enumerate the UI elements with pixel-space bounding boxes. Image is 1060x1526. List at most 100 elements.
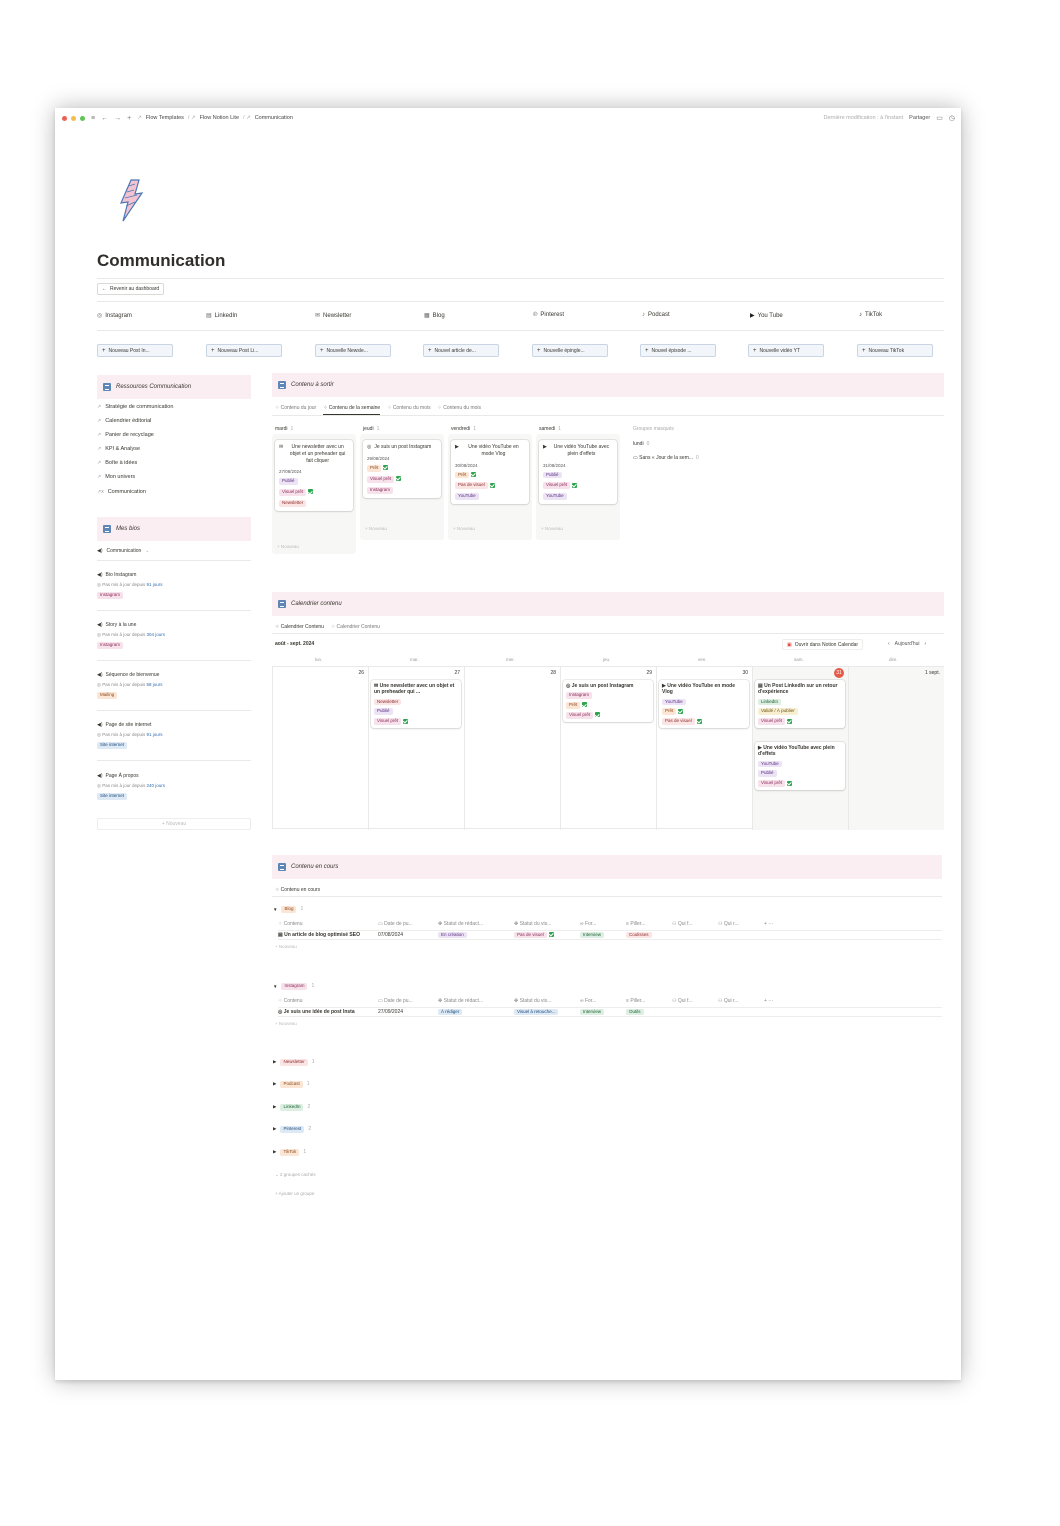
resource-link-communication[interactable]: ↗x Communication [97, 489, 146, 495]
add-column-icon[interactable]: + ··· [764, 921, 790, 927]
add-column-icon[interactable]: + ··· [764, 998, 790, 1004]
hidden-group-item[interactable]: ▭ Sans « Jour de la sem... 0 [633, 455, 699, 461]
resource-link-kpi[interactable]: ↗ KPI & Analyse [97, 446, 140, 452]
column-header[interactable]: ▭ Date de pu... [378, 998, 438, 1004]
calendar-day-cell[interactable]: 1 sept. [849, 667, 944, 830]
calendar-event[interactable]: ▶ Une vidéo YouTube en mode Vlog YouTube… [659, 680, 749, 729]
group-toggle-podcast[interactable]: ▶ Podcast 1 [273, 1081, 310, 1088]
add-page-icon[interactable]: + [127, 115, 131, 122]
group-toggle-instagram[interactable]: ▼ Instagram 1 [273, 983, 314, 990]
chevron-right-icon[interactable]: › [925, 641, 927, 647]
column-header[interactable]: ∞ For... [580, 921, 626, 927]
column-header[interactable]: ≡ Piller... [626, 998, 672, 1004]
back-arrow-icon[interactable]: ← [101, 115, 108, 122]
column-header[interactable]: ✤ Statut de rédact... [438, 921, 514, 927]
back-to-dashboard-button[interactable]: ← Revenir au dashboard [97, 283, 165, 295]
new-bio-button[interactable]: + Nouveau [97, 818, 251, 830]
column-header[interactable]: ⚇ Qui r... [718, 998, 764, 1004]
chevron-left-icon[interactable]: ‹ [888, 641, 890, 647]
new-pin-button[interactable]: + Nouvelle épingle... [532, 344, 608, 357]
comments-icon[interactable]: ▭ [936, 115, 943, 122]
bio-item[interactable]: ◀) Page À propos ◎ Pas mis à jour depuis … [97, 773, 251, 800]
new-tiktok-button[interactable]: + Nouveau TikTok [857, 344, 933, 357]
group-toggle-newsletter[interactable]: ▶ Newsletter 1 [273, 1059, 315, 1066]
column-header[interactable]: ▭ Date de pu... [378, 921, 438, 927]
tab-contenu-du-mois[interactable]: ⁘ Contenu du mois [387, 405, 430, 415]
nav-link-youtube[interactable]: ▶ You Tube [750, 312, 783, 320]
nav-link-blog[interactable]: ▦ Blog [424, 312, 445, 320]
calendar-day-cell[interactable]: 26 [273, 667, 369, 830]
table-row[interactable]: ◎ Je suis une idée de post Insta 27/09/2… [278, 1007, 942, 1017]
resource-link-strategy[interactable]: ↗ Stratégie de communication [97, 404, 173, 410]
group-toggle-linkedin[interactable]: ▶ LinkedIn 2 [273, 1104, 310, 1111]
tab-contenu-semaine[interactable]: ⁘ Contenu de la semaine [323, 405, 381, 415]
column-header[interactable]: ⁘ Contenu [278, 998, 378, 1004]
board-new-button[interactable]: + Nouveau [365, 526, 387, 531]
nav-link-podcast[interactable]: ♪ Podcast [642, 312, 670, 318]
column-header[interactable]: ⚇ Qui f... [672, 998, 718, 1004]
column-header[interactable]: ⚇ Qui r... [718, 921, 764, 927]
board-new-button[interactable]: + Nouveau [453, 526, 475, 531]
close-window-button[interactable] [62, 115, 67, 121]
group-toggle-blog[interactable]: ▼ Blog 1 [273, 906, 303, 913]
bio-item[interactable]: ◀) Story à la une ◎ Pas mis à jour depuis… [97, 622, 251, 649]
menu-icon[interactable]: ≡ [91, 115, 95, 122]
hidden-groups-toggle[interactable]: ⌄ 2 groupes cachés [275, 1172, 316, 1178]
board-card[interactable]: ◎ Je suis un post Instagram 29/08/2024 Pr… [363, 440, 441, 498]
nav-link-pinterest[interactable]: ℗ Pinterest [533, 312, 564, 318]
column-header[interactable]: ✤ Statut du vis... [514, 921, 580, 927]
nav-link-instagram[interactable]: ◎ Instagram [97, 312, 132, 320]
resource-link-recycle[interactable]: ↗ Panier de recyclage [97, 432, 154, 438]
calendar-event[interactable]: ▤ Un Post LinkedIn sur un retour d'expér… [755, 680, 845, 729]
new-youtube-video-button[interactable]: + Nouvelle vidéo YT [748, 344, 824, 357]
nav-link-tiktok[interactable]: ♪ TikTok [859, 312, 882, 318]
bios-view-tab[interactable]: ◀) Communication ⌄ [97, 548, 149, 554]
share-button[interactable]: Partager [909, 115, 930, 121]
today-button[interactable]: Aujourd'hui [895, 641, 920, 647]
board-card[interactable]: ▶ Une vidéo YouTube en mode Vlog 30/08/20… [451, 440, 529, 505]
calendar-event[interactable]: ▶ Une vidéo YouTube avec plein d'effets … [755, 742, 845, 791]
column-header[interactable]: ⚇ Qui f... [672, 921, 718, 927]
calendar-event[interactable]: ✉ Une newsletter avec un objet et un pre… [371, 680, 461, 729]
board-card[interactable]: ✉ Une newsletter avec un objet et un preh… [275, 440, 353, 512]
open-notion-calendar-button[interactable]: ▣ Ouvrir dans Notion Calendar [782, 639, 864, 650]
table-new-row-button[interactable]: + Nouveau [275, 944, 297, 949]
new-linkedin-post-button[interactable]: + Nouveau Post Li... [206, 344, 282, 357]
updates-clock-icon[interactable]: ◷ [949, 115, 955, 122]
add-group-button[interactable]: + Ajouter un groupe [275, 1191, 314, 1196]
bio-item[interactable]: ◀) Séquence de bienvenue ◎ Pas mis à jour… [97, 672, 251, 699]
new-blog-article-button[interactable]: + Nouvel article de... [423, 344, 499, 357]
column-header[interactable]: ✤ Statut du vis... [514, 998, 580, 1004]
new-instagram-post-button[interactable]: + Nouveau Post In... [97, 344, 173, 357]
new-newsletter-button[interactable]: + Nouvelle Newsle... [315, 344, 391, 357]
group-toggle-tiktok[interactable]: ▶ TikTok 1 [273, 1149, 306, 1156]
nav-link-linkedin[interactable]: ▤ LinkedIn [206, 312, 237, 320]
column-header[interactable]: ≡ Piller... [626, 921, 672, 927]
column-header[interactable]: ⁘ Contenu [278, 921, 378, 927]
table-row[interactable]: ▤ Un article de blog optimisé SEO 07/08/… [278, 930, 942, 940]
hidden-group-item[interactable]: lundi 0 [633, 441, 649, 447]
group-toggle-pinterest[interactable]: ▶ Pinterest 2 [273, 1126, 311, 1133]
calendar-event[interactable]: ◎ Je suis un post Instagram Instagram Pr… [563, 680, 653, 723]
breadcrumb-flow-notion-lite[interactable]: Flow Notion Lite [200, 115, 239, 121]
board-new-button[interactable]: + Nouveau [277, 544, 299, 549]
forward-arrow-icon[interactable]: → [114, 115, 121, 122]
resource-link-calendar[interactable]: ↗ Calendrier éditorial [97, 418, 151, 424]
in-progress-view-tab[interactable]: ⁘ Contenu en cours [275, 887, 320, 893]
breadcrumb-communication[interactable]: Communication [255, 115, 293, 121]
calendar-day-cell[interactable]: 28 [465, 667, 561, 830]
resource-link-ideas[interactable]: ↗ Boîte à idées [97, 460, 137, 466]
bio-item[interactable]: ◀) Page de site internet ◎ Pas mis à jour… [97, 722, 251, 749]
new-episode-button[interactable]: + Nouvel épisode ... [640, 344, 716, 357]
table-new-row-button[interactable]: + Nouveau [275, 1021, 297, 1026]
column-header[interactable]: ✤ Statut de rédact... [438, 998, 514, 1004]
resource-link-universe[interactable]: ↗ Mon univers [97, 474, 135, 480]
maximize-window-button[interactable] [80, 115, 85, 121]
breadcrumb-flow-templates[interactable]: Flow Templates [146, 115, 184, 121]
tab-contenu-du-jour[interactable]: ⁘ Contenu du jour [275, 405, 316, 415]
board-card[interactable]: ▶ Une vidéo YouTube avec plein d'effets 3… [539, 440, 617, 505]
nav-link-newsletter[interactable]: ✉ Newsletter [315, 312, 351, 320]
tab-contenu-du-mois-2[interactable]: ⁘ Contenu du mois [438, 405, 481, 415]
column-header[interactable]: ∞ For... [580, 998, 626, 1004]
bio-item[interactable]: ◀) Bio Instagram ◎ Pas mis à jour depuis … [97, 572, 251, 599]
